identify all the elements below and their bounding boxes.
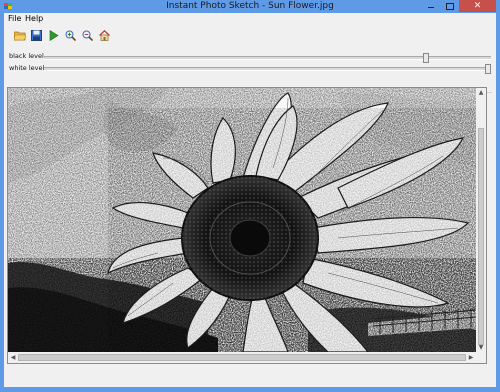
sketch-view[interactable]: ▲ ▼ ◀ ▶ — [7, 87, 487, 364]
home-icon — [99, 30, 110, 41]
white-level-thumb[interactable] — [485, 64, 491, 74]
scroll-up-icon[interactable]: ▲ — [476, 89, 486, 96]
zoom-in-button[interactable] — [63, 28, 78, 43]
menu-help[interactable]: Help — [23, 13, 45, 25]
zoom-in-icon — [65, 30, 76, 41]
zoom-out-button[interactable] — [80, 28, 95, 43]
open-folder-icon — [13, 31, 26, 41]
scroll-corner — [476, 352, 486, 363]
vertical-scroll-thumb[interactable] — [478, 128, 484, 345]
vertical-scrollbar[interactable]: ▲ ▼ — [476, 88, 486, 352]
close-icon: ✕ — [473, 1, 482, 11]
white-level-slider[interactable] — [44, 64, 491, 74]
app-window: Instant Photo Sketch - Sun Flower.jpg ✕ … — [0, 0, 500, 392]
horizontal-scrollbar[interactable]: ◀ ▶ — [8, 352, 476, 363]
maximize-icon — [446, 3, 454, 10]
scroll-down-icon[interactable]: ▼ — [476, 344, 486, 351]
run-button[interactable] — [46, 28, 61, 43]
scroll-right-icon[interactable]: ▶ — [467, 354, 475, 361]
black-level-label: black level — [9, 52, 44, 60]
save-icon — [31, 30, 42, 41]
black-level-slider[interactable] — [44, 53, 491, 63]
open-button[interactable] — [12, 28, 27, 43]
home-button[interactable] — [97, 28, 112, 43]
minimize-icon — [428, 7, 434, 8]
close-button[interactable]: ✕ — [459, 0, 496, 12]
menu-bar: File Help — [4, 13, 496, 25]
maximize-button[interactable] — [441, 0, 459, 12]
black-level-thumb[interactable] — [423, 53, 429, 63]
title-bar[interactable]: Instant Photo Sketch - Sun Flower.jpg ✕ — [0, 0, 500, 13]
toolbar — [4, 26, 496, 46]
play-icon — [49, 30, 59, 41]
minimize-button[interactable] — [421, 0, 441, 12]
scroll-left-icon[interactable]: ◀ — [9, 354, 17, 361]
sketch-image — [8, 88, 476, 352]
zoom-out-icon — [82, 30, 93, 41]
white-level-label: white level — [9, 64, 45, 72]
menu-file[interactable]: File — [6, 13, 23, 25]
level-sliders: black level white level — [4, 47, 496, 92]
horizontal-scroll-thumb[interactable] — [18, 354, 466, 361]
save-button[interactable] — [29, 28, 44, 43]
